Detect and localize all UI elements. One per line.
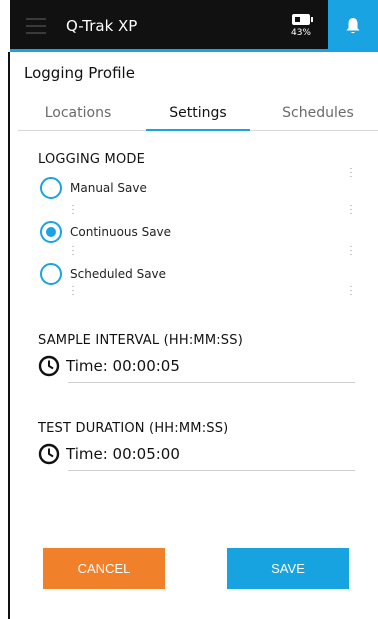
radio-continuous-save[interactable]: Continuous Save: [40, 219, 171, 245]
input-underline: [68, 470, 355, 471]
scroll-dots: [72, 205, 74, 215]
sample-interval-label: SAMPLE INTERVAL (HH:MM:SS): [38, 333, 243, 348]
battery-percent: 43%: [290, 28, 311, 38]
window-edge: [8, 52, 10, 619]
tab-schedules[interactable]: Schedules: [258, 96, 378, 130]
radio-button-checked[interactable]: [40, 221, 62, 243]
logging-mode-label: LOGGING MODE: [38, 152, 145, 167]
bell-icon: [346, 18, 360, 34]
radio-label: Manual Save: [70, 181, 147, 195]
cancel-button[interactable]: CANCEL: [43, 548, 165, 589]
battery-indicator: 43%: [286, 14, 316, 38]
scroll-dots: [350, 286, 352, 296]
app-window: Q-Trak XP 43% Logging Profile Locations …: [0, 0, 378, 619]
input-underline: [68, 382, 355, 383]
top-bar: Q-Trak XP 43%: [10, 0, 378, 52]
tab-bar: Locations Settings Schedules: [18, 96, 378, 131]
scroll-dots: [72, 286, 74, 296]
radio-label: Continuous Save: [70, 225, 172, 239]
notifications-button[interactable]: [328, 0, 378, 52]
test-duration-value: Time: 00:05:00: [66, 445, 180, 463]
scroll-dots: [350, 168, 352, 178]
sample-interval-value: Time: 00:00:05: [66, 357, 180, 375]
scroll-dots: [350, 246, 352, 256]
save-button[interactable]: SAVE: [227, 548, 349, 589]
radio-button[interactable]: [40, 263, 62, 285]
battery-fill: [295, 17, 300, 22]
tab-locations[interactable]: Locations: [18, 96, 138, 130]
tab-settings[interactable]: Settings: [138, 96, 258, 131]
sample-interval-field[interactable]: Time: 00:00:05: [38, 355, 180, 377]
scroll-dots: [350, 205, 352, 215]
header-accent-line: [10, 49, 378, 52]
battery-icon: [292, 14, 313, 25]
radio-button[interactable]: [40, 177, 62, 199]
clock-icon: [38, 443, 60, 465]
radio-label: Scheduled Save: [70, 267, 167, 281]
radio-scheduled-save[interactable]: Scheduled Save: [40, 261, 166, 287]
hamburger-menu-icon[interactable]: [26, 18, 46, 34]
page-title: Logging Profile: [24, 64, 135, 82]
app-title: Q-Trak XP: [66, 17, 138, 35]
radio-manual-save[interactable]: Manual Save: [40, 175, 147, 201]
clock-icon: [38, 355, 60, 377]
test-duration-field[interactable]: Time: 00:05:00: [38, 443, 180, 465]
test-duration-label: TEST DURATION (HH:MM:SS): [38, 421, 229, 436]
scroll-dots: [72, 246, 74, 256]
